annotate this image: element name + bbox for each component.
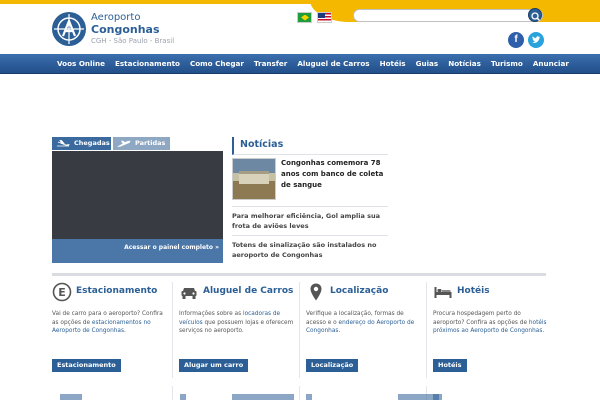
card-separator (299, 282, 300, 378)
nav-item-hoteis[interactable]: Hotéis (375, 54, 411, 74)
card-text: . (542, 328, 545, 334)
bottom-row-icon-fragment (306, 394, 312, 400)
bottom-row-icon-fragment (433, 394, 439, 400)
main-navigation: Voos Online Estacionamento Como Chegar T… (0, 54, 600, 74)
alugar-carro-button[interactable]: Alugar um carro (179, 359, 249, 372)
localizacao-button[interactable]: Localização (306, 359, 359, 372)
search-input[interactable] (353, 9, 543, 22)
search-icon (531, 12, 541, 22)
section-divider (52, 273, 546, 276)
nav-item-anunciar[interactable]: Anunciar (528, 54, 574, 74)
nav-item-noticias[interactable]: Notícias (443, 54, 486, 74)
tab-chegadas[interactable]: Chegadas (52, 137, 111, 150)
bed-icon (434, 287, 452, 298)
logo-text-congonhas[interactable]: Congonhas (91, 23, 160, 36)
tab-partidas-label: Partidas (135, 139, 166, 147)
brazil-flag-icon[interactable] (297, 12, 312, 23)
bottom-row-heading-fragment (232, 394, 294, 400)
twitter-icon[interactable] (528, 32, 544, 48)
location-pin-icon (310, 283, 322, 301)
card-separator (426, 282, 427, 378)
estacionamento-button[interactable]: Estacionamento (52, 359, 121, 372)
bottom-row-icon-fragment (180, 394, 186, 400)
departure-plane-icon (117, 140, 131, 147)
page: Aeroporto Congonhas CGH - São Paulo - Br… (0, 0, 600, 400)
card-description: Vai de carro para o aeroporto? Confira a… (52, 310, 168, 336)
nav-item-aluguel-de-carros[interactable]: Aluguel de Carros (292, 54, 374, 74)
svg-text:E: E (58, 286, 66, 299)
nav-item-guias[interactable]: Guias (411, 54, 444, 74)
card-text: . (338, 328, 341, 334)
facebook-icon[interactable]: f (508, 32, 524, 48)
tab-partidas[interactable]: Partidas (113, 137, 170, 150)
news-item-headline[interactable]: Congonhas comemora 78 anos com banco de … (281, 158, 391, 191)
news-divider (232, 206, 388, 207)
card-title[interactable]: Estacionamento (76, 286, 157, 296)
bottom-row-separator (172, 386, 173, 400)
nav-item-como-chegar[interactable]: Como Chegar (185, 54, 249, 74)
airport-logo-icon[interactable] (52, 12, 86, 46)
car-icon (181, 288, 197, 299)
card-description: Procura hospedagem perto do aeroporto? C… (433, 310, 549, 336)
card-description: Verifique a localização, formas de acess… (306, 310, 422, 336)
card-estacionamento: E Estacionamento Vai de carro para o aer… (52, 280, 170, 376)
flights-panel: Chegadas Partidas Acessar o painel compl… (52, 137, 223, 263)
search-button[interactable] (528, 8, 542, 22)
tab-chegadas-label: Chegadas (74, 139, 110, 147)
news-item-headline[interactable]: Para melhorar eficiência, Gol amplia sua… (232, 211, 388, 231)
nav-item-voos-online[interactable]: Voos Online (52, 54, 110, 74)
bottom-row-separator (299, 386, 300, 400)
news-thumbnail[interactable] (232, 158, 276, 200)
full-panel-link[interactable]: Acessar o painel completo » (124, 244, 219, 251)
news-item-headline[interactable]: Totens de sinalização são instalados no … (232, 240, 388, 260)
card-aluguel-de-carros: Aluguel de Carros Informações sobre as l… (179, 280, 297, 376)
card-text: Procura hospedagem perto do aeroporto? C… (433, 311, 529, 326)
bottom-row-heading-fragment (60, 394, 82, 400)
nav-item-estacionamento[interactable]: Estacionamento (110, 54, 185, 74)
card-title[interactable]: Hotéis (457, 286, 490, 296)
arrival-plane-icon (57, 140, 70, 147)
card-separator (172, 282, 173, 378)
card-title[interactable]: Aluguel de Carros (203, 286, 293, 296)
hoteis-button[interactable]: Hotéis (433, 359, 467, 372)
news-heading[interactable]: Notícias (232, 137, 388, 155)
news-divider (232, 235, 388, 236)
card-text: Informações sobre as (179, 311, 243, 317)
nav-item-transfer[interactable]: Transfer (249, 54, 292, 74)
logo-subtitle: CGH - São Paulo - Brasil (91, 37, 175, 45)
card-title[interactable]: Localização (330, 286, 388, 296)
nav-item-turismo[interactable]: Turismo (486, 54, 528, 74)
parking-icon: E (52, 282, 72, 302)
logo-text-aeroporto[interactable]: Aeroporto (91, 12, 140, 23)
site-header: Aeroporto Congonhas CGH - São Paulo - Br… (0, 0, 600, 54)
flights-footer-bar (52, 239, 223, 263)
card-hoteis: Hotéis Procura hospedagem perto do aerop… (433, 280, 551, 376)
usa-flag-icon[interactable] (317, 12, 332, 23)
card-description: Informações sobre as locadoras de veícul… (179, 310, 295, 336)
card-text: . (124, 328, 126, 334)
card-localizacao: Localização Verifique a localização, for… (306, 280, 424, 376)
nav-items: Voos Online Estacionamento Como Chegar T… (52, 54, 574, 74)
